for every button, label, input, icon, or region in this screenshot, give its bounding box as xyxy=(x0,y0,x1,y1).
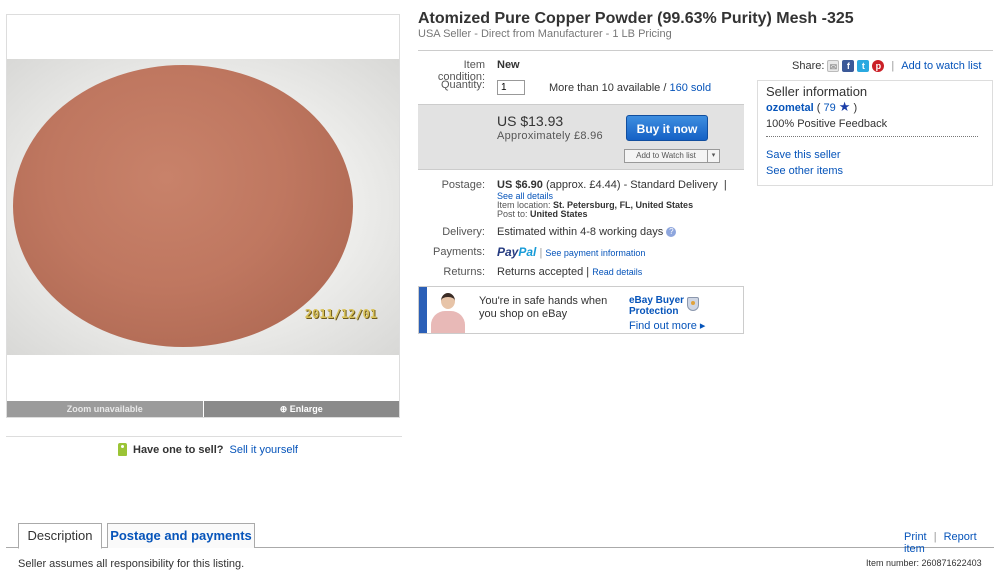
price: US $13.93 xyxy=(497,113,564,129)
facebook-icon[interactable]: f xyxy=(842,60,855,72)
buy-it-now-button[interactable]: Buy it now xyxy=(626,115,708,141)
watch-button-label: Add to Watch list xyxy=(636,151,696,160)
returns-text: Returns accepted xyxy=(497,266,584,278)
read-details-link[interactable]: Read details xyxy=(592,267,642,277)
returns-value: Returns accepted | Read details xyxy=(497,266,642,278)
postage-value: US $6.90 (approx. £4.44) - Standard Deli… xyxy=(497,179,727,191)
banner-accent xyxy=(419,287,427,333)
condition-value: New xyxy=(497,59,520,71)
protection-text: You're in safe hands when you shop on eB… xyxy=(479,295,608,320)
score-close: ) xyxy=(853,102,858,114)
item-actions: Print | Report item xyxy=(904,531,1000,555)
image-viewer: 2011/12/01 Zoom unavailable ⊕ Enlarge xyxy=(6,14,400,418)
postage-separator: | xyxy=(723,179,727,191)
sold-count-link[interactable]: 160 sold xyxy=(669,82,711,94)
enlarge-label: Enlarge xyxy=(289,404,323,414)
person-icon xyxy=(427,291,469,333)
shield-icon xyxy=(687,297,699,311)
share-label: Share: xyxy=(792,60,825,72)
copper-powder-pile xyxy=(13,65,353,347)
share-bar: Share: ✉ f t p | Add to watch list xyxy=(792,60,981,72)
payments-label: Payments: xyxy=(433,246,485,258)
page-subtitle: USA Seller - Direct from Manufacturer - … xyxy=(418,28,672,40)
seller-line: ozometal ( 79 ★ ) xyxy=(766,99,858,114)
help-icon[interactable]: ? xyxy=(666,227,677,238)
delivery-text: Estimated within 4-8 working days xyxy=(497,226,664,238)
see-payment-information-link[interactable]: See payment information xyxy=(545,248,645,258)
quantity-input[interactable] xyxy=(497,80,525,95)
payment-separator: | xyxy=(539,247,543,259)
responsibility-note: Seller assumes all responsibility for th… xyxy=(18,558,245,570)
zoom-unavailable-label: Zoom unavailable xyxy=(7,401,203,417)
divider xyxy=(418,50,993,51)
divider xyxy=(766,136,978,137)
add-to-watch-list-link[interactable]: Add to watch list xyxy=(901,60,981,72)
image-toolbar: Zoom unavailable ⊕ Enlarge xyxy=(7,401,399,417)
twitter-icon[interactable]: t xyxy=(857,60,870,72)
tab-postage-and-payments[interactable]: Postage and payments xyxy=(107,523,255,548)
score-open: ( xyxy=(816,102,821,114)
delivery-label: Delivery: xyxy=(442,226,485,238)
share-separator: | xyxy=(891,60,895,72)
actions-separator: | xyxy=(933,531,937,543)
quantity-label: Quantity: xyxy=(440,79,485,91)
buy-box: US $13.93 Approximately £8.96 Buy it now… xyxy=(418,104,744,170)
sell-it-yourself-link[interactable]: Sell it yourself xyxy=(229,444,297,456)
returns-label: Returns: xyxy=(443,266,485,278)
post-to-label: Post to: xyxy=(497,209,528,219)
availability-text: More than 10 available / xyxy=(549,82,667,94)
magnifier-icon: ⊕ xyxy=(279,404,290,414)
product-photo[interactable]: 2011/12/01 xyxy=(7,59,399,355)
star-icon: ★ xyxy=(838,99,851,114)
photo-date-stamp: 2011/12/01 xyxy=(304,307,377,321)
post-to: Post to: United States xyxy=(497,209,588,219)
find-out-more-link[interactable]: Find out more ▸ xyxy=(629,319,705,332)
print-link[interactable]: Print xyxy=(904,531,927,543)
post-to-value: United States xyxy=(530,209,588,219)
positive-feedback: 100% Positive Feedback xyxy=(766,118,888,130)
chevron-down-icon[interactable]: ▾ xyxy=(707,150,719,162)
enlarge-button[interactable]: ⊕ Enlarge xyxy=(202,401,399,417)
returns-separator: | xyxy=(586,266,590,278)
save-seller-link[interactable]: Save this seller xyxy=(766,149,841,161)
add-to-watch-list-button[interactable]: Add to Watch list ▾ xyxy=(624,149,720,163)
pinterest-icon[interactable]: p xyxy=(872,60,885,72)
availability: More than 10 available / 160 sold xyxy=(549,82,711,94)
tab-description[interactable]: Description xyxy=(18,523,102,549)
paypal-logo: PayPal xyxy=(497,245,537,259)
price-tag-icon xyxy=(118,443,127,456)
page-title: Atomized Pure Copper Powder (99.63% Puri… xyxy=(418,10,854,27)
postage-price: US $6.90 xyxy=(497,179,543,191)
postage-detail: (approx. £4.44) - Standard Delivery xyxy=(545,179,718,191)
feedback-score-link[interactable]: 79 xyxy=(823,102,835,114)
item-number: Item number: 260871622403 xyxy=(866,558,982,568)
email-icon[interactable]: ✉ xyxy=(827,60,840,72)
sell-prompt: Have one to sell? Sell it yourself xyxy=(118,443,298,456)
divider xyxy=(6,436,402,437)
seller-heading: Seller information xyxy=(766,84,868,99)
seller-info-panel: Seller information ozometal ( 79 ★ ) 100… xyxy=(757,80,993,186)
delivery-value: Estimated within 4-8 working days? xyxy=(497,226,677,238)
postage-label: Postage: xyxy=(441,179,485,191)
see-other-items-link[interactable]: See other items xyxy=(766,165,843,177)
buyer-protection-banner[interactable]: You're in safe hands when you shop on eB… xyxy=(418,286,744,334)
sell-question: Have one to sell? xyxy=(133,443,224,456)
payments-value: PayPal | See payment information xyxy=(497,245,645,259)
price-approx: Approximately £8.96 xyxy=(497,130,603,142)
seller-name-link[interactable]: ozometal xyxy=(766,102,814,114)
